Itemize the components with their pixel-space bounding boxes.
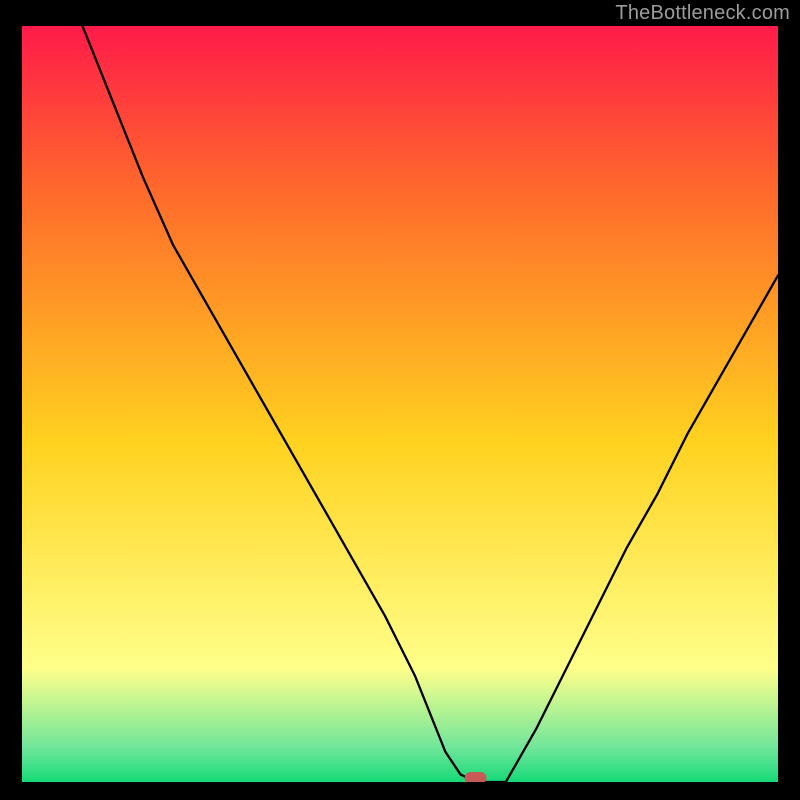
app-frame: TheBottleneck.com <box>0 0 800 800</box>
optimum-marker <box>465 772 487 782</box>
chart-container <box>22 26 778 782</box>
bottleneck-chart <box>22 26 778 782</box>
chart-background-gradient <box>22 26 778 782</box>
attribution-text: TheBottleneck.com <box>615 2 790 25</box>
